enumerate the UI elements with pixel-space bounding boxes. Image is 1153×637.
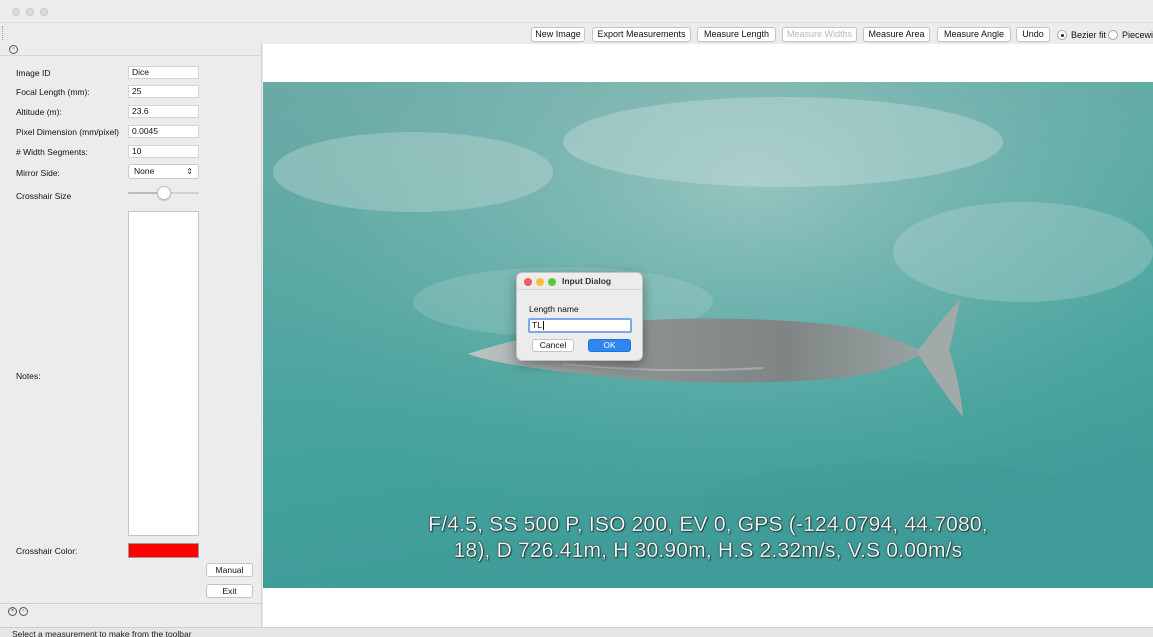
focal-length-field[interactable]: 25 bbox=[128, 85, 199, 98]
width-segments-field[interactable]: 10 bbox=[128, 145, 199, 158]
notes-label: Notes: bbox=[16, 371, 41, 381]
undo-button[interactable]: Undo bbox=[1016, 27, 1050, 42]
manual-button[interactable]: Manual bbox=[206, 563, 253, 577]
zoom-window-icon[interactable] bbox=[40, 8, 48, 16]
length-name-input[interactable]: TL bbox=[528, 318, 632, 333]
exif-overlay-line2: 18), D 726.41m, H 30.90m, H.S 2.32m/s, V… bbox=[453, 539, 963, 562]
mirror-side-value: None bbox=[134, 166, 155, 176]
window-titlebar bbox=[0, 0, 1153, 22]
panel-header: ▫ bbox=[0, 44, 262, 56]
new-image-button[interactable]: New Image bbox=[531, 27, 585, 42]
exif-overlay-line1: F/4.5, SS 500 P, ISO 200, EV 0, GPS (-12… bbox=[428, 513, 988, 536]
radio-selected-icon bbox=[1057, 29, 1067, 40]
piecewise-radio[interactable]: Piecewis bbox=[1108, 28, 1153, 41]
crosshair-size-label: Crosshair Size bbox=[16, 191, 72, 201]
measure-widths-button[interactable]: Measure Widths bbox=[782, 27, 857, 42]
dialog-zoom-icon[interactable] bbox=[548, 278, 556, 286]
secondary-panel: × ▫ bbox=[0, 603, 262, 627]
close-window-icon[interactable] bbox=[12, 8, 20, 16]
focal-length-label: Focal Length (mm): bbox=[16, 87, 90, 97]
ok-button[interactable]: OK bbox=[588, 339, 631, 352]
dialog-title: Input Dialog bbox=[562, 276, 612, 286]
piecewise-label: Piecewis bbox=[1122, 29, 1153, 40]
export-measurements-button[interactable]: Export Measurements bbox=[592, 27, 691, 42]
image-id-label: Image ID bbox=[16, 68, 51, 78]
status-message: Select a measurement to make from the to… bbox=[12, 629, 192, 637]
toolbar-grip-icon[interactable] bbox=[2, 26, 5, 40]
crosshair-color-swatch[interactable] bbox=[128, 543, 199, 558]
exit-button[interactable]: Exit bbox=[206, 584, 253, 598]
settings-panel: ▫ Image ID Dice Focal Length (mm): 25 Al… bbox=[0, 44, 262, 603]
image-id-field[interactable]: Dice bbox=[128, 66, 199, 79]
pixel-dimension-field[interactable]: 0.0045 bbox=[128, 125, 199, 138]
crosshair-color-label: Crosshair Color: bbox=[16, 546, 78, 556]
updown-chevron-icon: ⇕ bbox=[186, 167, 193, 176]
measure-length-button[interactable]: Measure Length bbox=[697, 27, 776, 42]
altitude-label: Altitude (m): bbox=[16, 107, 62, 117]
measure-area-button[interactable]: Measure Area bbox=[863, 27, 930, 42]
toolbar: New Image Export Measurements Measure Le… bbox=[0, 22, 1153, 44]
input-dialog: Input Dialog Length name TL Cancel OK bbox=[516, 272, 643, 361]
dock-float-icon[interactable]: ▫ bbox=[9, 45, 18, 54]
bezier-fit-label: Bezier fit bbox=[1071, 29, 1107, 40]
dock-float-icon[interactable]: ▫ bbox=[19, 607, 28, 616]
length-name-label: Length name bbox=[529, 304, 579, 314]
length-name-value: TL bbox=[532, 320, 542, 330]
whale-photo[interactable]: F/4.5, SS 500 P, ISO 200, EV 0, GPS (-12… bbox=[263, 82, 1153, 588]
crosshair-size-slider[interactable] bbox=[128, 186, 199, 200]
dialog-titlebar: Input Dialog bbox=[517, 273, 642, 290]
status-bar: Select a measurement to make from the to… bbox=[0, 627, 1153, 637]
dialog-minimize-icon[interactable] bbox=[536, 278, 544, 286]
bezier-fit-radio[interactable]: Bezier fit bbox=[1057, 28, 1106, 41]
altitude-field[interactable]: 23.6 bbox=[128, 105, 199, 118]
notes-textarea[interactable] bbox=[128, 211, 199, 536]
width-segments-label: # Width Segments: bbox=[16, 147, 88, 157]
mirror-side-label: Mirror Side: bbox=[16, 168, 60, 178]
minimize-window-icon[interactable] bbox=[26, 8, 34, 16]
measure-angle-button[interactable]: Measure Angle bbox=[937, 27, 1011, 42]
mirror-side-select[interactable]: None ⇕ bbox=[128, 164, 199, 179]
dialog-close-icon[interactable] bbox=[524, 278, 532, 286]
image-canvas[interactable]: F/4.5, SS 500 P, ISO 200, EV 0, GPS (-12… bbox=[263, 44, 1153, 627]
cancel-button[interactable]: Cancel bbox=[532, 339, 574, 352]
dock-close-icon[interactable]: × bbox=[8, 607, 17, 616]
radio-unselected-icon bbox=[1108, 29, 1118, 40]
text-caret bbox=[542, 321, 544, 331]
pixel-dimension-label: Pixel Dimension (mm/pixel) bbox=[16, 127, 119, 137]
slider-knob[interactable] bbox=[156, 186, 171, 200]
